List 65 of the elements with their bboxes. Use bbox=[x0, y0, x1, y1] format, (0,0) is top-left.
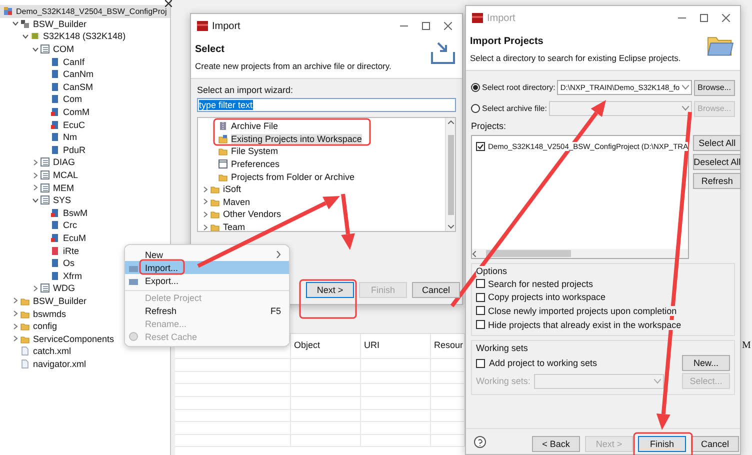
column-header[interactable]: Object bbox=[291, 334, 361, 356]
group-title: Working sets bbox=[476, 342, 529, 354]
wizard-item[interactable]: File System bbox=[198, 145, 445, 158]
dialog-button[interactable]: Next > bbox=[306, 282, 354, 298]
checkbox-label: Close newly imported projects upon completion bbox=[488, 306, 677, 316]
menu-item[interactable]: Import... bbox=[125, 261, 289, 274]
wizard-item[interactable]: Preferences bbox=[198, 158, 445, 170]
edge-label: M bbox=[742, 340, 751, 351]
radio-label: Select root directory: bbox=[482, 83, 556, 92]
dialog-button[interactable]: < Back bbox=[532, 436, 580, 452]
tree-item[interactable]: catch.xml bbox=[0, 345, 170, 358]
dialog-button[interactable]: Cancel bbox=[412, 282, 460, 298]
tree-item[interactable]: PduR bbox=[0, 144, 170, 156]
wizard-label: Select an import wizard: bbox=[197, 85, 294, 95]
tree-item[interactable]: BswM bbox=[0, 206, 170, 220]
tree-item[interactable]: CanSM bbox=[0, 80, 170, 94]
tree-item[interactable]: EcuM bbox=[0, 232, 170, 244]
checkbox-label: Add project to working sets bbox=[489, 358, 598, 368]
dialog-button[interactable]: Finish bbox=[638, 436, 686, 452]
checkbox-label: Copy projects into workspace bbox=[488, 292, 606, 302]
browse-button[interactable]: Browse... bbox=[694, 80, 735, 96]
tree-item[interactable]: SYS bbox=[0, 194, 170, 206]
tree-item[interactable]: MCAL bbox=[0, 168, 170, 182]
column-header[interactable]: URI bbox=[361, 334, 431, 356]
wizard-group[interactable]: iSoft bbox=[198, 182, 445, 196]
tree-item[interactable]: Demo_S32K148_V2504_BSW_ConfigProj bbox=[0, 5, 170, 18]
tree-item[interactable]: BSW_Builder bbox=[0, 18, 170, 30]
tree-item[interactable]: navigator.xml bbox=[0, 358, 170, 370]
field-label: Working sets: bbox=[476, 376, 530, 386]
tree-item[interactable]: ComM bbox=[0, 106, 170, 118]
dialog-button[interactable]: Refresh bbox=[693, 173, 742, 189]
page-description: Select a directory to search for existing Eclipse projects. bbox=[470, 53, 682, 63]
dialog-title: Import bbox=[487, 12, 516, 24]
page-heading: Select bbox=[195, 44, 226, 55]
tree-item[interactable]: CanIf bbox=[0, 55, 170, 68]
menu-item[interactable]: New bbox=[125, 248, 289, 261]
tree-item[interactable]: Crc bbox=[0, 219, 170, 232]
tree-item[interactable]: COM bbox=[0, 42, 170, 56]
wizard-group[interactable]: Team bbox=[198, 220, 445, 231]
menu-item[interactable]: Export... bbox=[125, 274, 289, 287]
page-description: Create new projects from an archive file or directory. bbox=[195, 61, 392, 71]
dialog-title: Import bbox=[212, 20, 242, 32]
filter-field[interactable]: type filter text bbox=[197, 98, 456, 112]
radio-label: Select archive file: bbox=[482, 104, 547, 113]
dialog-button[interactable]: Cancel bbox=[691, 436, 739, 452]
wizard-item[interactable]: Projects from Folder or Archive bbox=[198, 170, 445, 183]
tree-item[interactable]: EcuC bbox=[0, 118, 170, 131]
tree-item[interactable]: S32K148 (S32K148) bbox=[0, 30, 170, 43]
projects-label: Projects: bbox=[471, 121, 508, 131]
page-heading: Import Projects bbox=[470, 36, 544, 47]
wizard-item[interactable]: Archive File bbox=[198, 120, 445, 133]
wizard-item[interactable]: Existing Projects into Workspace bbox=[198, 132, 445, 146]
menu-item[interactable]: Refresh F5 bbox=[125, 304, 289, 317]
tree-item[interactable]: Nm bbox=[0, 130, 170, 144]
group-title: Options bbox=[476, 266, 508, 276]
tree-item[interactable]: Com bbox=[0, 93, 170, 106]
checkbox-label: Hide projects that already exist in the workspace bbox=[488, 320, 682, 330]
checkbox-label: Search for nested projects bbox=[488, 278, 594, 289]
wizard-group[interactable]: Other Vendors bbox=[198, 208, 445, 221]
tree-item[interactable]: DIAG bbox=[0, 156, 170, 169]
dialog-button[interactable]: Deselect All bbox=[693, 154, 742, 170]
tree-item[interactable]: CanNm bbox=[0, 68, 170, 81]
dialog-button[interactable]: Select All bbox=[693, 135, 742, 151]
wizard-group[interactable]: Maven bbox=[198, 196, 445, 208]
tree-item[interactable]: MEM bbox=[0, 181, 170, 194]
